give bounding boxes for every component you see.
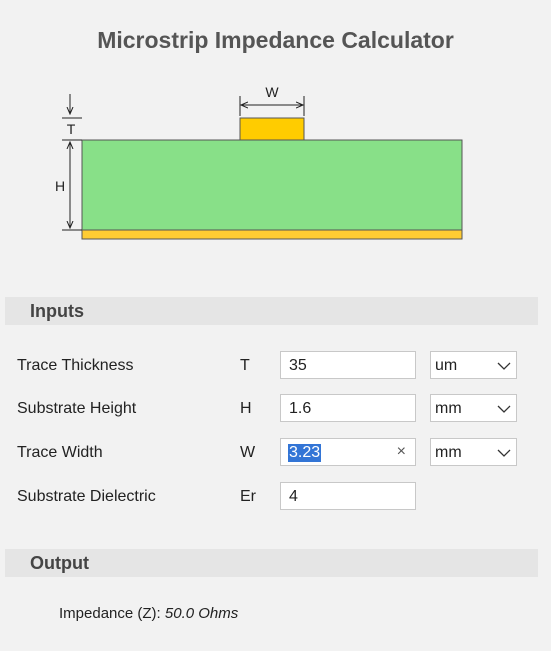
- substrate-dielectric-label: Substrate Dielectric: [17, 488, 156, 505]
- page-title: Microstrip Impedance Calculator: [97, 27, 454, 53]
- diagram-label-w: W: [265, 84, 279, 100]
- output-header-label: Output: [30, 553, 89, 573]
- diagram-trace: [239, 117, 305, 141]
- output-section-header: Output: [5, 549, 538, 577]
- trace-width-unit: mm: [435, 444, 462, 461]
- diagram-substrate: [81, 139, 463, 231]
- trace-thickness-input[interactable]: 35: [280, 351, 416, 379]
- substrate-height-unit: mm: [435, 400, 462, 417]
- substrate-height-unit-select[interactable]: mm: [430, 394, 517, 422]
- trace-width-value: 3.23: [288, 444, 322, 462]
- impedance-output: Impedance (Z): 50.0 Ohms: [59, 605, 238, 622]
- trace-width-unit-select[interactable]: mm: [430, 438, 517, 466]
- substrate-dielectric-symbol: Er: [240, 488, 256, 505]
- trace-width-symbol: W: [240, 444, 256, 461]
- diagram-label-t: T: [67, 121, 76, 137]
- chevron-down-icon: [497, 449, 511, 457]
- inputs-header-label: Inputs: [30, 301, 84, 321]
- substrate-height-value: 1.6: [289, 400, 312, 417]
- trace-thickness-value: 35: [289, 357, 307, 374]
- substrate-height-label: Substrate Height: [17, 400, 137, 417]
- input-row-substrate-height: Substrate Height H 1.6 mm: [0, 394, 551, 424]
- trace-thickness-unit: um: [435, 357, 458, 374]
- substrate-height-symbol: H: [240, 400, 252, 417]
- trace-width-label: Trace Width: [17, 444, 103, 461]
- diagram-ground-plane: [81, 229, 463, 240]
- microstrip-diagram: W T H: [53, 84, 463, 240]
- impedance-value: 50.0 Ohms: [164, 605, 239, 622]
- chevron-down-icon: [497, 405, 511, 413]
- input-row-trace-width: Trace Width W 3.23 × mm: [0, 438, 551, 468]
- chevron-down-icon: [497, 362, 511, 370]
- substrate-height-input[interactable]: 1.6: [280, 394, 416, 422]
- trace-thickness-symbol: T: [240, 357, 250, 374]
- trace-thickness-unit-select[interactable]: um: [430, 351, 517, 379]
- substrate-dielectric-value: 4: [289, 488, 298, 505]
- trace-width-input[interactable]: 3.23 ×: [280, 438, 416, 466]
- input-row-trace-thickness: Trace Thickness T 35 um: [0, 351, 551, 381]
- diagram-label-h: H: [55, 178, 65, 194]
- inputs-section-header: Inputs: [5, 297, 538, 325]
- trace-thickness-label: Trace Thickness: [17, 357, 134, 374]
- substrate-dielectric-input[interactable]: 4: [280, 482, 416, 510]
- clear-icon[interactable]: ×: [397, 443, 406, 461]
- input-row-substrate-dielectric: Substrate Dielectric Er 4: [0, 482, 551, 512]
- impedance-label: Impedance (Z):: [59, 605, 161, 622]
